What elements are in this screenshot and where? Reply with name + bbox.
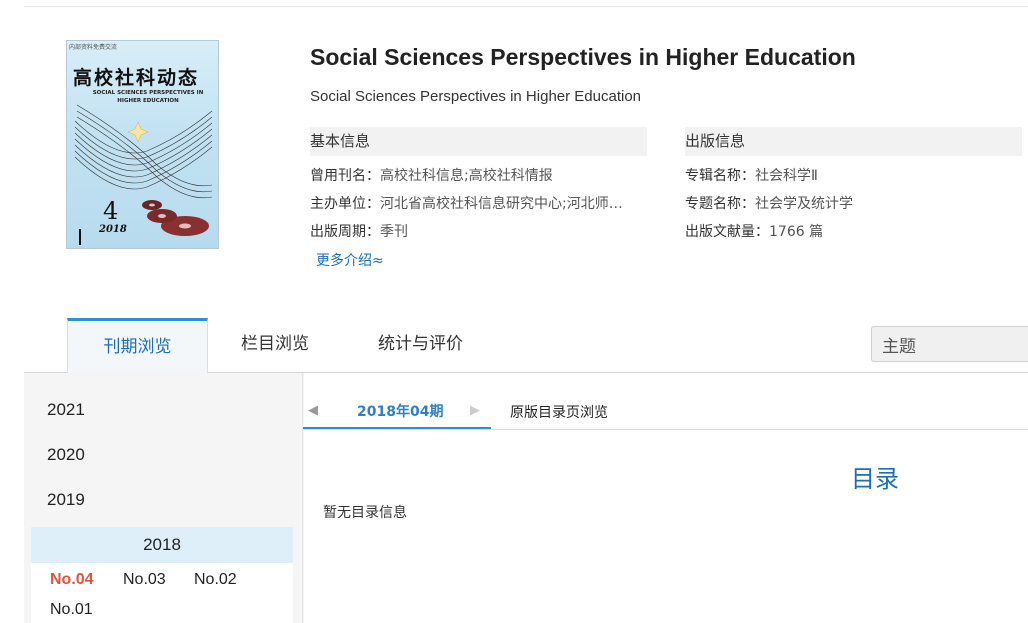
info-key: 主办单位： <box>310 196 380 212</box>
more-intro-link[interactable]: 更多介绍≈ <box>316 250 384 270</box>
original-toc-link[interactable]: 原版目录页浏览 <box>510 402 608 422</box>
info-key: 出版文献量： <box>685 224 769 240</box>
info-value: 高校社科信息;高校社科情报 <box>380 168 553 184</box>
publish-info-heading: 出版信息 <box>685 127 1022 156</box>
prev-issue-arrow-icon[interactable]: ◀ <box>308 403 318 418</box>
info-key: 专题名称： <box>685 196 755 212</box>
cover-issue-number: 4 <box>103 197 119 225</box>
info-value: 河北省高校社科信息研究中心;河北师… <box>380 196 623 212</box>
issue-item-no02[interactable]: No.02 <box>194 571 237 589</box>
issue-item-no03[interactable]: No.03 <box>123 571 166 589</box>
year-item-2018-active[interactable]: 2018 <box>31 527 293 563</box>
toc-title: 目录 <box>851 465 899 493</box>
info-row-album: 专辑名称：社会科学Ⅱ <box>685 162 1022 190</box>
tab-statistics[interactable]: 统计与评价 <box>378 318 463 372</box>
tab-issue-browse[interactable]: 刊期浏览 <box>67 318 208 373</box>
next-issue-arrow-icon[interactable]: ▶ <box>470 403 480 418</box>
publish-info-section: 出版信息 专辑名称：社会科学Ⅱ 专题名称：社会学及统计学 出版文献量：1766 … <box>685 127 1022 246</box>
year-item-2020[interactable]: 2020 <box>47 445 85 465</box>
cover-bar <box>79 229 81 245</box>
info-value: 社会学及统计学 <box>755 196 853 212</box>
issue-item-no04[interactable]: No.04 <box>50 571 94 589</box>
journal-cover-image: 内部资料免费交流 高校社科动态 SOCIAL SCIENCES PERSPECT… <box>66 40 219 249</box>
info-key: 专辑名称： <box>685 168 755 184</box>
search-input[interactable] <box>871 326 1028 362</box>
issue-item-no01[interactable]: No.01 <box>50 601 93 619</box>
current-issue-tab[interactable]: 2018年04期 <box>303 397 491 429</box>
current-issue-label: 2018年04期 <box>357 404 444 420</box>
basic-info-heading: 基本信息 <box>310 127 647 156</box>
issue-list: No.04 No.03 No.02 No.01 <box>31 563 293 623</box>
info-value: 1766 篇 <box>769 224 824 240</box>
info-value: 季刊 <box>380 224 408 240</box>
tab-column-browse[interactable]: 栏目浏览 <box>241 318 309 372</box>
info-row-former-name: 曾用刊名：高校社科信息;高校社科情报 <box>310 162 647 190</box>
basic-info-section: 基本信息 曾用刊名：高校社科信息;高校社科情报 主办单位：河北省高校社科信息研究… <box>310 127 647 246</box>
info-row-doc-count: 出版文献量：1766 篇 <box>685 218 1022 246</box>
top-divider <box>24 6 1028 7</box>
year-sidebar: 2021 2020 2019 2018 No.04 No.03 No.02 No… <box>24 373 304 623</box>
year-item-2021[interactable]: 2021 <box>47 400 85 420</box>
journal-subtitle: Social Sciences Perspectives in Higher E… <box>310 88 642 105</box>
cover-wave-graphic <box>74 104 213 236</box>
cover-year: 2018 <box>99 224 127 235</box>
toc-empty-message: 暂无目录信息 <box>323 505 407 521</box>
info-key: 曾用刊名： <box>310 168 380 184</box>
journal-title: Social Sciences Perspectives in Higher E… <box>310 44 856 70</box>
info-row-topic: 专题名称：社会学及统计学 <box>685 190 1022 218</box>
toc-panel: 2018年04期 ◀ ▶ 原版目录页浏览 目录 暂无目录信息 <box>302 373 1028 623</box>
info-row-sponsor: 主办单位：河北省高校社科信息研究中心;河北师… <box>310 190 647 218</box>
info-row-frequency: 出版周期：季刊 <box>310 218 647 246</box>
info-key: 出版周期： <box>310 224 380 240</box>
year-item-2019[interactable]: 2019 <box>47 490 85 510</box>
issue-subtabs: 2018年04期 ◀ ▶ 原版目录页浏览 <box>303 397 1028 430</box>
info-value: 社会科学Ⅱ <box>755 168 818 184</box>
